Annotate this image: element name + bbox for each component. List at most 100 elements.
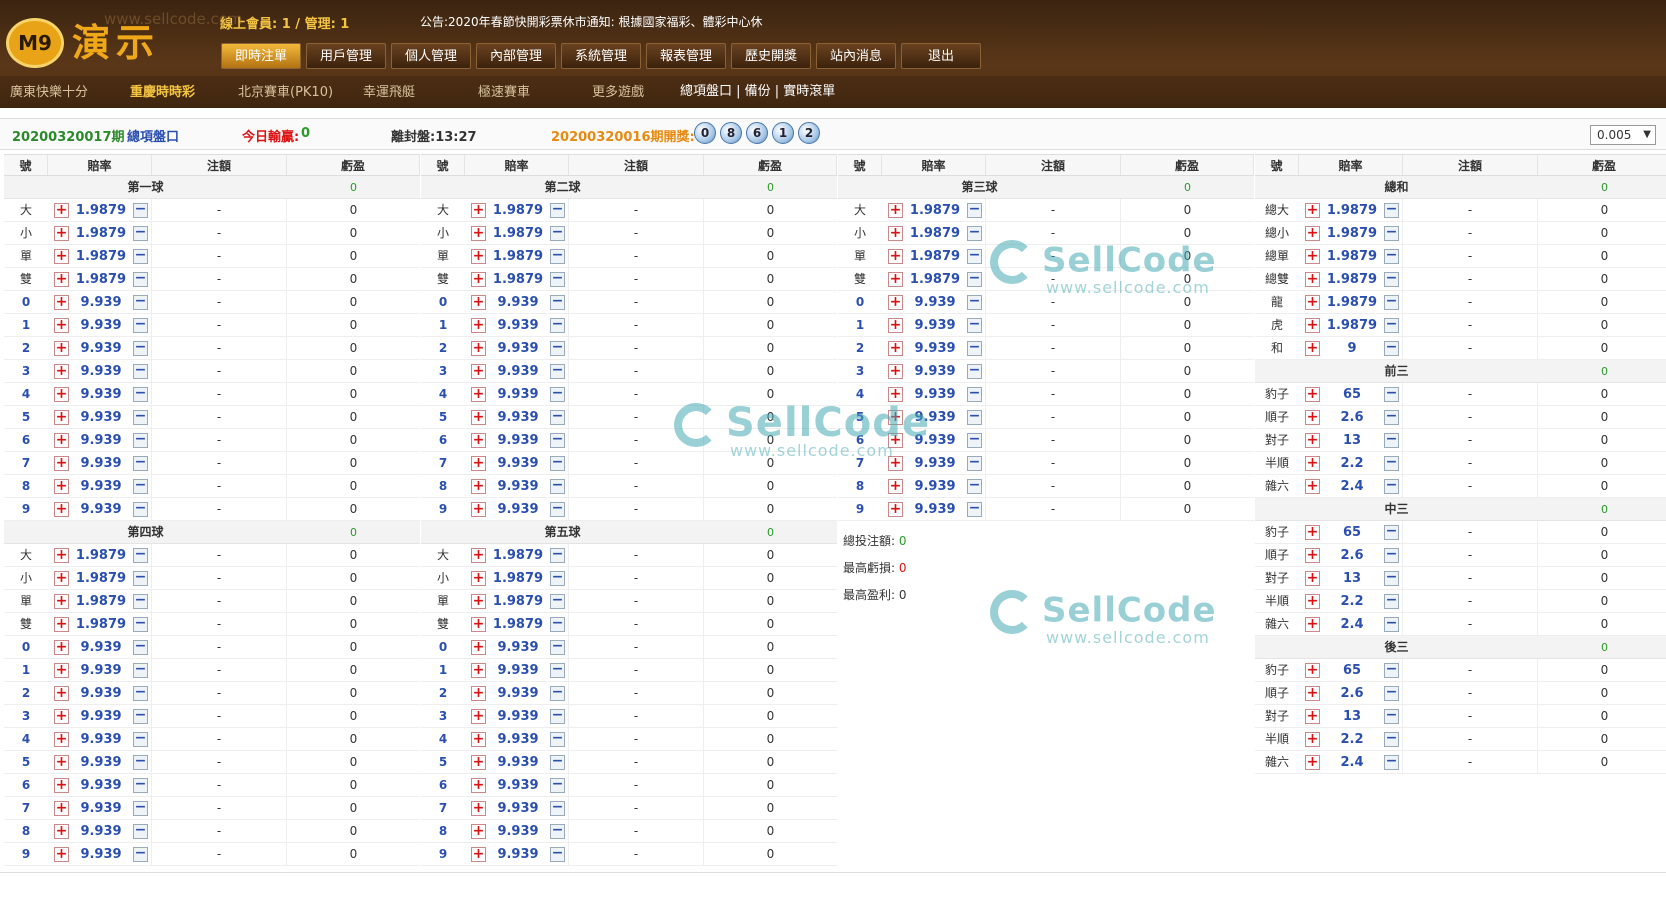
minus-icon[interactable]: − bbox=[967, 317, 982, 333]
minus-icon[interactable]: − bbox=[133, 823, 148, 839]
plus-icon[interactable]: + bbox=[471, 547, 486, 563]
plus-icon[interactable]: + bbox=[54, 271, 69, 287]
minus-icon[interactable]: − bbox=[1384, 524, 1399, 540]
plus-icon[interactable]: + bbox=[471, 478, 486, 494]
minus-icon[interactable]: − bbox=[1384, 547, 1399, 563]
minus-icon[interactable]: − bbox=[967, 478, 982, 494]
game-tab-0[interactable]: 廣東快樂十分 bbox=[10, 81, 88, 100]
minus-icon[interactable]: − bbox=[550, 501, 565, 517]
plus-icon[interactable]: + bbox=[888, 386, 903, 402]
plus-icon[interactable]: + bbox=[471, 593, 486, 609]
plus-icon[interactable]: + bbox=[54, 754, 69, 770]
plus-icon[interactable]: + bbox=[1305, 685, 1320, 701]
plus-icon[interactable]: + bbox=[54, 363, 69, 379]
plus-icon[interactable]: + bbox=[888, 225, 903, 241]
minus-icon[interactable]: − bbox=[1384, 570, 1399, 586]
plus-icon[interactable]: + bbox=[471, 662, 486, 678]
game-tab-5[interactable]: 更多遊戲 bbox=[592, 81, 644, 100]
minus-icon[interactable]: − bbox=[550, 800, 565, 816]
plus-icon[interactable]: + bbox=[1305, 409, 1320, 425]
plus-icon[interactable]: + bbox=[54, 409, 69, 425]
plus-icon[interactable]: + bbox=[888, 455, 903, 471]
plus-icon[interactable]: + bbox=[54, 294, 69, 310]
plus-icon[interactable]: + bbox=[471, 271, 486, 287]
minus-icon[interactable]: − bbox=[967, 363, 982, 379]
minus-icon[interactable]: − bbox=[967, 294, 982, 310]
plus-icon[interactable]: + bbox=[54, 616, 69, 632]
plus-icon[interactable]: + bbox=[471, 800, 486, 816]
plus-icon[interactable]: + bbox=[1305, 570, 1320, 586]
minus-icon[interactable]: − bbox=[1384, 271, 1399, 287]
plus-icon[interactable]: + bbox=[1305, 317, 1320, 333]
plus-icon[interactable]: + bbox=[471, 455, 486, 471]
minus-icon[interactable]: − bbox=[1384, 616, 1399, 632]
plus-icon[interactable]: + bbox=[1305, 202, 1320, 218]
plus-icon[interactable]: + bbox=[471, 386, 486, 402]
plus-icon[interactable]: + bbox=[54, 478, 69, 494]
plus-icon[interactable]: + bbox=[888, 409, 903, 425]
minus-icon[interactable]: − bbox=[550, 662, 565, 678]
minus-icon[interactable]: − bbox=[967, 248, 982, 264]
nav-7[interactable]: 站內消息 bbox=[816, 43, 896, 69]
minus-icon[interactable]: − bbox=[967, 340, 982, 356]
plus-icon[interactable]: + bbox=[471, 570, 486, 586]
plus-icon[interactable]: + bbox=[471, 225, 486, 241]
minus-icon[interactable]: − bbox=[550, 202, 565, 218]
plus-icon[interactable]: + bbox=[471, 616, 486, 632]
plus-icon[interactable]: + bbox=[54, 777, 69, 793]
minus-icon[interactable]: − bbox=[550, 593, 565, 609]
minus-icon[interactable]: − bbox=[1384, 593, 1399, 609]
plus-icon[interactable]: + bbox=[1305, 386, 1320, 402]
plus-icon[interactable]: + bbox=[54, 225, 69, 241]
panel-links[interactable]: 總項盤口 | 備份 | 實時滾單 bbox=[680, 80, 835, 99]
plus-icon[interactable]: + bbox=[1305, 455, 1320, 471]
minus-icon[interactable]: − bbox=[550, 685, 565, 701]
plus-icon[interactable]: + bbox=[1305, 294, 1320, 310]
minus-icon[interactable]: − bbox=[967, 501, 982, 517]
minus-icon[interactable]: − bbox=[133, 478, 148, 494]
minus-icon[interactable]: − bbox=[550, 386, 565, 402]
minus-icon[interactable]: − bbox=[550, 409, 565, 425]
plus-icon[interactable]: + bbox=[54, 846, 69, 862]
minus-icon[interactable]: − bbox=[133, 340, 148, 356]
plus-icon[interactable]: + bbox=[1305, 547, 1320, 563]
minus-icon[interactable]: − bbox=[133, 271, 148, 287]
plus-icon[interactable]: + bbox=[888, 271, 903, 287]
plus-icon[interactable]: + bbox=[54, 593, 69, 609]
nav-5[interactable]: 報表管理 bbox=[646, 43, 726, 69]
minus-icon[interactable]: − bbox=[1384, 685, 1399, 701]
plus-icon[interactable]: + bbox=[888, 248, 903, 264]
plus-icon[interactable]: + bbox=[1305, 708, 1320, 724]
plus-icon[interactable]: + bbox=[1305, 478, 1320, 494]
plus-icon[interactable]: + bbox=[471, 708, 486, 724]
plus-icon[interactable]: + bbox=[1305, 340, 1320, 356]
minus-icon[interactable]: − bbox=[550, 455, 565, 471]
minus-icon[interactable]: − bbox=[550, 823, 565, 839]
minus-icon[interactable]: − bbox=[550, 708, 565, 724]
plus-icon[interactable]: + bbox=[471, 685, 486, 701]
minus-icon[interactable]: − bbox=[133, 432, 148, 448]
minus-icon[interactable]: − bbox=[967, 202, 982, 218]
game-tab-1[interactable]: 重慶時時彩 bbox=[130, 81, 195, 100]
minus-icon[interactable]: − bbox=[1384, 754, 1399, 770]
minus-icon[interactable]: − bbox=[1384, 432, 1399, 448]
plus-icon[interactable]: + bbox=[54, 823, 69, 839]
minus-icon[interactable]: − bbox=[133, 317, 148, 333]
game-tab-3[interactable]: 幸運飛艇 bbox=[363, 81, 415, 100]
minus-icon[interactable]: − bbox=[967, 432, 982, 448]
nav-1[interactable]: 用戶管理 bbox=[306, 43, 386, 69]
plus-icon[interactable]: + bbox=[54, 386, 69, 402]
minus-icon[interactable]: − bbox=[550, 478, 565, 494]
panel-label[interactable]: 總項盤口 bbox=[127, 126, 179, 145]
plus-icon[interactable]: + bbox=[54, 639, 69, 655]
plus-icon[interactable]: + bbox=[54, 685, 69, 701]
plus-icon[interactable]: + bbox=[471, 777, 486, 793]
minus-icon[interactable]: − bbox=[967, 225, 982, 241]
plus-icon[interactable]: + bbox=[1305, 225, 1320, 241]
plus-icon[interactable]: + bbox=[54, 708, 69, 724]
nav-8[interactable]: 退出 bbox=[901, 43, 981, 69]
minus-icon[interactable]: − bbox=[550, 731, 565, 747]
plus-icon[interactable]: + bbox=[1305, 662, 1320, 678]
minus-icon[interactable]: − bbox=[133, 294, 148, 310]
minus-icon[interactable]: − bbox=[133, 593, 148, 609]
